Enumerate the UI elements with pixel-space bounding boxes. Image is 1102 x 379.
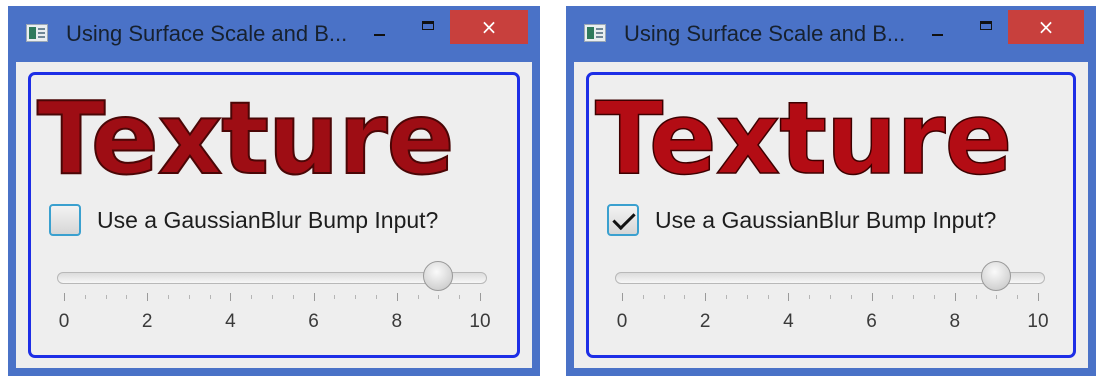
slider-tick-label: 2	[141, 311, 153, 332]
slider-thumb[interactable]	[981, 261, 1012, 291]
slider-minor-tick	[209, 295, 211, 299]
slider-tick-label: 8	[391, 311, 403, 332]
slider-minor-tick	[975, 295, 977, 299]
slider-minor-tick	[334, 295, 336, 299]
slider-minor-tick	[809, 295, 811, 299]
bump-input-checkbox-row[interactable]: Use a GaussianBlur Bump Input?	[49, 201, 438, 239]
maximize-icon[interactable]	[974, 16, 1000, 38]
app-window-icon	[26, 24, 48, 42]
slider-tick-label: 4	[225, 311, 236, 332]
bump-input-checkbox-row[interactable]: Use a GaussianBlur Bump Input?	[607, 201, 996, 239]
minimize-icon[interactable]	[368, 26, 392, 40]
slider-minor-tick	[438, 295, 440, 299]
slider-major-tick	[396, 293, 398, 301]
slider-major-tick	[788, 293, 790, 301]
texture-text: Texture	[36, 80, 455, 197]
slider-minor-tick	[126, 295, 128, 299]
slider-minor-tick	[830, 295, 831, 299]
bump-input-checkbox-checked[interactable]	[607, 204, 639, 236]
surface-scale-slider[interactable]: 0 2 4 6 8 10	[57, 261, 491, 345]
maximize-icon[interactable]	[416, 16, 442, 38]
slider-minor-tick	[850, 295, 852, 299]
bump-input-checkbox-label[interactable]: Use a GaussianBlur Bump Input?	[655, 207, 996, 234]
slider-minor-tick	[996, 295, 998, 299]
slider-minor-tick	[84, 295, 86, 299]
slider-minor-tick	[355, 295, 357, 299]
focus-border: Texture Use a GaussianBlur Bump Input? 0…	[28, 72, 520, 358]
slider-tick-label: 10	[469, 311, 491, 332]
title-bar[interactable]: Using Surface Scale and B... ×	[8, 6, 540, 56]
slider-tick-label: 0	[616, 311, 628, 332]
slider-major-tick	[480, 293, 481, 301]
slider-minor-tick	[1017, 295, 1019, 299]
slider-major-tick	[705, 293, 707, 301]
focus-border: Texture Use a GaussianBlur Bump Input? 0…	[586, 72, 1076, 358]
slider-minor-tick	[292, 295, 294, 299]
slider-major-tick	[871, 293, 873, 301]
slider-axis: 0 2 4 6 8 10	[59, 293, 491, 332]
slider-minor-tick	[168, 295, 169, 299]
slider-axis: 0 2 4 6 8 10	[617, 293, 1049, 332]
slider-major-tick	[313, 293, 315, 301]
slider-tick-label: 6	[308, 311, 319, 332]
slider-tick-label: 6	[866, 311, 877, 332]
window-content: Texture Use a GaussianBlur Bump Input? 0…	[16, 62, 532, 368]
window-title: Using Surface Scale and B...	[624, 21, 906, 46]
slider-thumb[interactable]	[423, 261, 454, 291]
slider-tick-label: 8	[949, 311, 961, 332]
slider-tick-label: 10	[1027, 311, 1049, 332]
slider-major-tick	[1038, 293, 1039, 301]
app-window-left: Using Surface Scale and B... × Texture U…	[8, 6, 540, 376]
slider-minor-tick	[684, 295, 686, 299]
app-window-right: Using Surface Scale and B... × Texture U…	[566, 6, 1096, 376]
slider-minor-tick	[663, 295, 665, 299]
close-button[interactable]: ×	[1008, 10, 1084, 44]
window-content: Texture Use a GaussianBlur Bump Input? 0…	[574, 62, 1088, 368]
screenshot-pair: Using Surface Scale and B... × Texture U…	[0, 0, 1102, 379]
slider-minor-tick	[746, 295, 748, 299]
slider-minor-tick	[105, 295, 107, 299]
slider-minor-tick	[188, 295, 190, 299]
slider-minor-tick	[459, 295, 461, 299]
slider-minor-tick	[767, 295, 769, 299]
window-title: Using Surface Scale and B...	[66, 21, 348, 46]
slider-major-tick	[147, 293, 149, 301]
slider-minor-tick	[417, 295, 419, 299]
slider-minor-tick	[934, 295, 935, 299]
slider-major-tick	[622, 293, 623, 301]
slider-minor-tick	[272, 295, 273, 299]
slider-minor-tick	[642, 295, 644, 299]
slider-major-tick	[954, 293, 956, 301]
slider-tick-label: 2	[699, 311, 711, 332]
minimize-icon[interactable]	[926, 26, 950, 40]
slider-major-tick	[230, 293, 232, 301]
bump-input-checkbox-label[interactable]: Use a GaussianBlur Bump Input?	[97, 207, 438, 234]
slider-tick-label: 0	[58, 311, 70, 332]
surface-scale-slider[interactable]: 0 2 4 6 8 10	[615, 261, 1049, 345]
slider-major-tick	[64, 293, 65, 301]
slider-minor-tick	[892, 295, 894, 299]
slider-minor-tick	[913, 295, 915, 299]
app-window-icon	[584, 24, 606, 42]
texture-text: Texture	[594, 80, 1013, 197]
title-bar[interactable]: Using Surface Scale and B... ×	[566, 6, 1096, 56]
slider-minor-tick	[726, 295, 727, 299]
slider-minor-tick	[376, 295, 377, 299]
bump-input-checkbox[interactable]	[49, 204, 81, 236]
close-button[interactable]: ×	[450, 10, 528, 44]
slider-tick-label: 4	[783, 311, 794, 332]
slider-minor-tick	[251, 295, 253, 299]
